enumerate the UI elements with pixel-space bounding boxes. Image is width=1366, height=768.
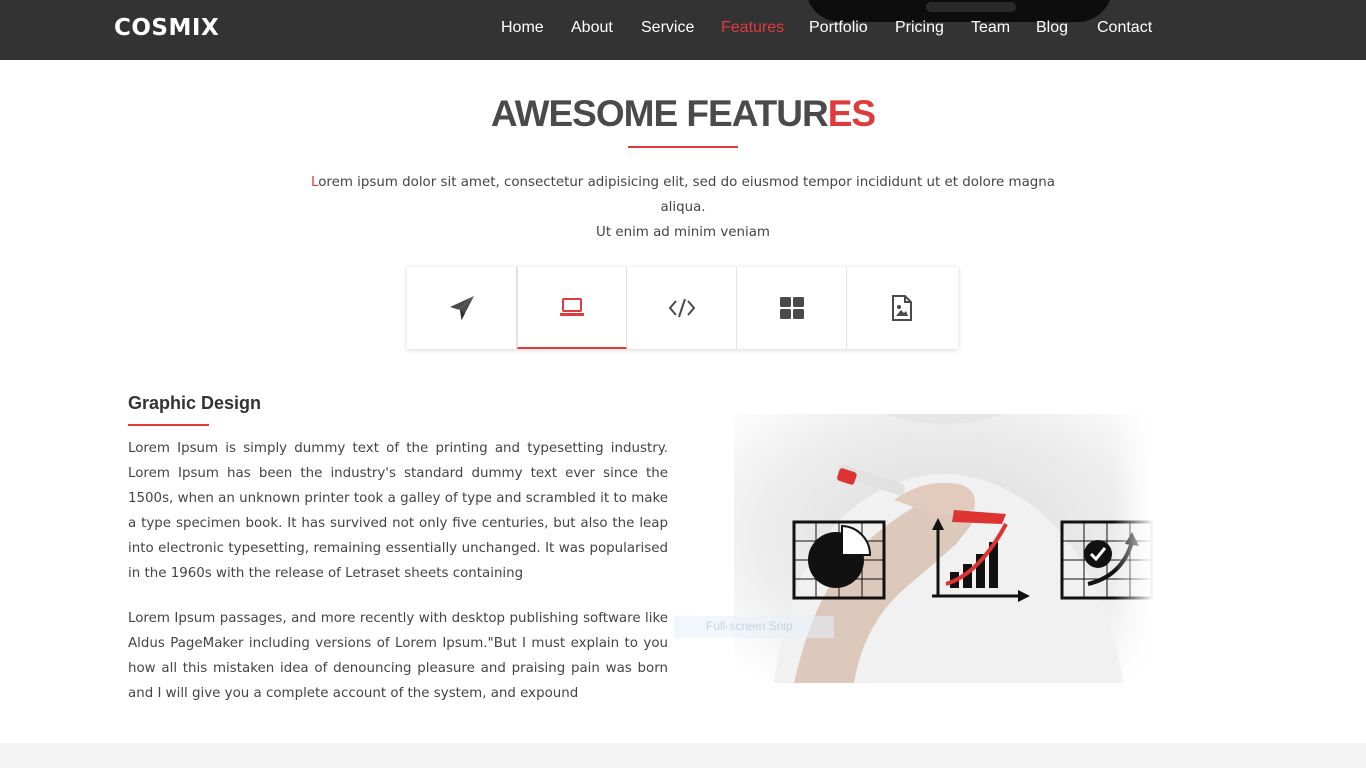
intro-line-2: Ut enim ad minim veniam <box>596 225 770 240</box>
nav-home[interactable]: Home <box>501 19 544 37</box>
nav-blog[interactable]: Blog <box>1036 19 1068 37</box>
tab-code[interactable] <box>627 267 737 349</box>
next-section-band <box>0 743 1366 768</box>
nav-about[interactable]: About <box>571 19 613 37</box>
nav-pricing[interactable]: Pricing <box>895 19 944 37</box>
code-icon <box>668 296 696 320</box>
tab-image-file[interactable] <box>847 267 957 349</box>
site-logo[interactable]: COSMIX <box>114 15 219 41</box>
nav-features[interactable]: Features <box>721 19 784 37</box>
full-screen-snip-overlay[interactable]: Full-screen Snip <box>674 616 834 638</box>
image-file-icon <box>890 294 914 322</box>
section-intro: Lorem ipsum dolor sit amet, consectetur … <box>300 170 1066 245</box>
section-title: AWESOME FEATURES <box>0 93 1366 135</box>
feature-tabs <box>407 267 958 349</box>
tab-grid[interactable] <box>737 267 847 349</box>
top-navbar: COSMIX Home About Service Features Portf… <box>0 0 1366 60</box>
section-title-main: AWESOME FEATUR <box>490 93 829 134</box>
tab-laptop[interactable] <box>517 267 627 349</box>
grid-icon <box>779 296 805 320</box>
intro-line-1: orem ipsum dolor sit amet, consectetur a… <box>318 175 1055 215</box>
section-title-accent: ES <box>827 93 876 134</box>
feature-illustration-image <box>734 414 1154 683</box>
nav-service[interactable]: Service <box>641 19 694 37</box>
panel-heading-underline <box>128 424 209 426</box>
title-underline <box>628 146 738 148</box>
panel-paragraph-2: Lorem Ipsum passages, and more recently … <box>128 611 668 701</box>
laptop-icon <box>558 296 586 318</box>
nav-team[interactable]: Team <box>971 19 1010 37</box>
nav-contact[interactable]: Contact <box>1097 19 1152 37</box>
panel-heading: Graphic Design <box>128 393 262 413</box>
tab-paper-plane[interactable] <box>407 267 517 349</box>
paper-plane-icon <box>448 294 476 322</box>
panel-paragraph-1: Lorem Ipsum is simply dummy text of the … <box>128 441 668 581</box>
nav-portfolio[interactable]: Portfolio <box>809 19 868 37</box>
